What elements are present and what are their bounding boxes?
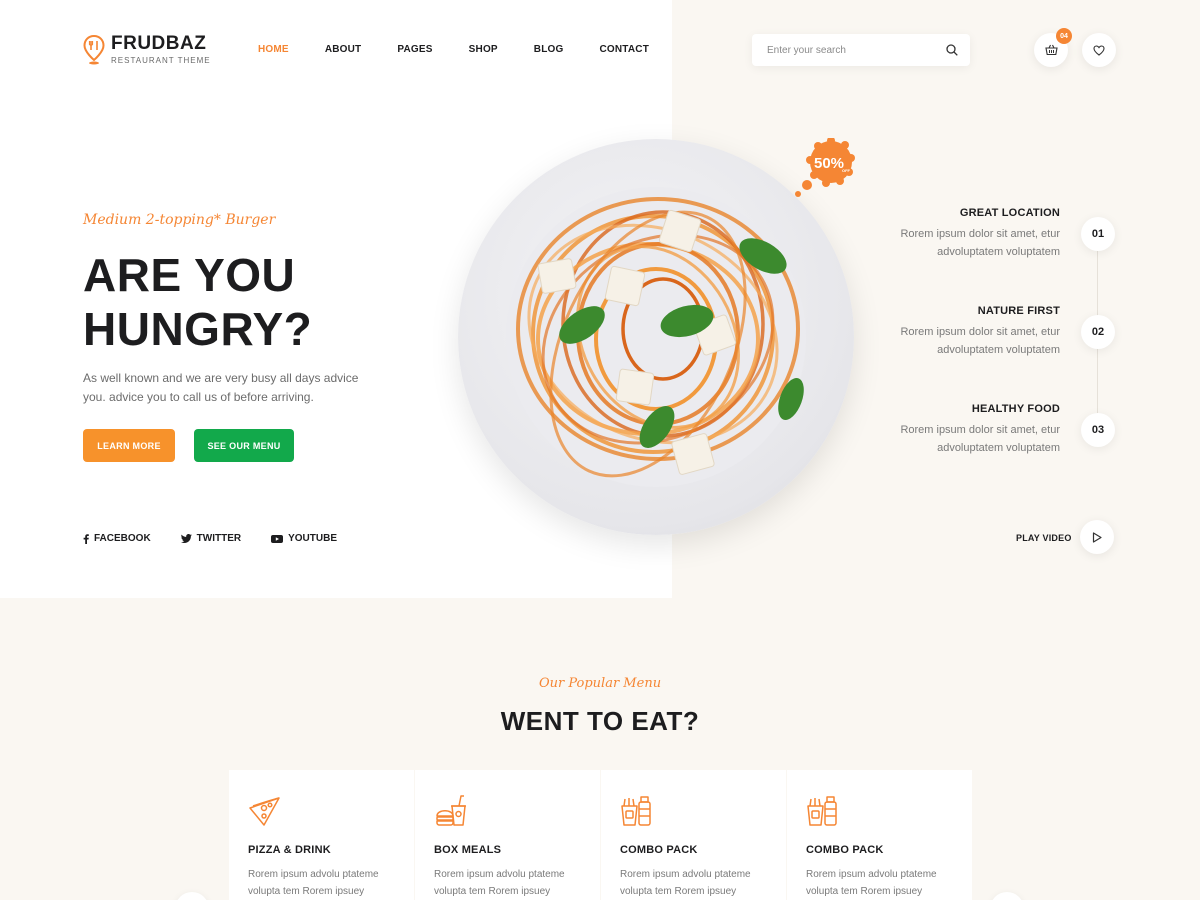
hero-description: As well known and we are very busy all d… bbox=[83, 371, 359, 404]
cart-count-badge: 04 bbox=[1056, 28, 1072, 44]
menu-card-title: PIZZA & DRINK bbox=[248, 844, 331, 856]
carousel-prev-button[interactable] bbox=[175, 892, 209, 900]
menu-card-desc-line2: volupta tem Rorem ipsuey bbox=[620, 886, 737, 897]
nav-contact[interactable]: CONTACT bbox=[599, 44, 649, 55]
popular-menu-title: WENT TO EAT? bbox=[500, 706, 700, 736]
feature-great-location: GREAT LOCATION Rorem ipsum dolor sit ame… bbox=[860, 207, 1060, 261]
heart-icon bbox=[1093, 44, 1105, 56]
twitter-icon bbox=[180, 534, 192, 543]
menu-card-desc-line1: Rorem ipsum advolu ptateme bbox=[806, 869, 937, 880]
brand-name: FRUDBAZ bbox=[111, 33, 207, 54]
social-facebook[interactable]: FACEBOOK bbox=[83, 533, 151, 544]
feature-desc: Rorem ipsum dolor sit amet, etur advolup… bbox=[860, 225, 1060, 261]
feature-number-03: 03 bbox=[1081, 413, 1115, 447]
feature-desc-line1: Rorem ipsum dolor sit amet, etur bbox=[900, 326, 1060, 338]
social-twitter-label: TWITTER bbox=[196, 533, 242, 544]
brand-tagline: RESTAURANT THEME bbox=[111, 56, 211, 65]
combo-pack-icon bbox=[620, 794, 767, 828]
feature-number-01: 01 bbox=[1081, 217, 1115, 251]
social-twitter[interactable]: TWITTER bbox=[180, 533, 242, 544]
hero-title-line1: ARE YOU bbox=[83, 249, 296, 301]
cart-button[interactable]: 04 bbox=[1034, 28, 1072, 67]
pizza-slice-icon bbox=[248, 794, 395, 828]
play-icon bbox=[1092, 531, 1102, 543]
combo-pack-icon bbox=[806, 794, 953, 828]
discount-off: OFF bbox=[842, 168, 851, 173]
play-video-button[interactable] bbox=[1080, 520, 1114, 554]
menu-category-cards: PIZZA & DRINK Rorem ipsum advolu ptateme… bbox=[229, 770, 973, 900]
brand-logo[interactable]: FRUDBAZ RESTAURANT THEME bbox=[83, 34, 211, 65]
feature-title: NATURE FIRST bbox=[977, 305, 1060, 317]
menu-card-desc: Rorem ipsum advolu ptateme volupta tem R… bbox=[434, 866, 581, 900]
search-box bbox=[752, 34, 970, 66]
nav-home[interactable]: HOME bbox=[258, 44, 289, 55]
logo-pin-icon bbox=[83, 34, 105, 64]
wishlist-button[interactable] bbox=[1082, 33, 1116, 67]
menu-card-desc: Rorem ipsum advolu ptateme volupta tem R… bbox=[620, 866, 767, 900]
hero-title-line2: HUNGRY? bbox=[83, 303, 313, 355]
feature-nature-first: NATURE FIRST Rorem ipsum dolor sit amet,… bbox=[860, 305, 1060, 359]
popular-menu-tagline: Our Popular Menu bbox=[538, 676, 662, 691]
discount-badge: 50% OFF bbox=[794, 136, 856, 200]
feature-desc-line1: Rorem ipsum dolor sit amet, etur bbox=[900, 424, 1060, 436]
search-icon[interactable] bbox=[946, 44, 958, 56]
feature-title: HEALTHY FOOD bbox=[971, 403, 1060, 415]
feature-number-02: 02 bbox=[1081, 315, 1115, 349]
menu-card-box-meals[interactable]: BOX MEALS Rorem ipsum advolu ptateme vol… bbox=[415, 770, 600, 900]
social-youtube[interactable]: YOUTUBE bbox=[271, 533, 337, 544]
carousel-next-button[interactable] bbox=[990, 892, 1024, 900]
feature-healthy-food: HEALTHY FOOD Rorem ipsum dolor sit amet,… bbox=[860, 403, 1060, 457]
menu-card-desc-line1: Rorem ipsum advolu ptateme bbox=[434, 869, 565, 880]
menu-card-desc-line2: volupta tem Rorem ipsuey bbox=[248, 886, 365, 897]
feature-desc-line2: advoluptatem voluptatem bbox=[937, 344, 1060, 356]
menu-card-desc: Rorem ipsum advolu ptateme volupta tem R… bbox=[248, 866, 395, 900]
menu-card-combo-pack-2[interactable]: COMBO PACK Rorem ipsum advolu ptateme vo… bbox=[787, 770, 972, 900]
menu-card-desc-line2: volupta tem Rorem ipsuey bbox=[434, 886, 551, 897]
discount-badge-shape: 50% OFF bbox=[795, 136, 855, 197]
menu-card-title: COMBO PACK bbox=[620, 844, 698, 856]
feature-desc: Rorem ipsum dolor sit amet, etur advolup… bbox=[860, 421, 1060, 457]
menu-card-title: COMBO PACK bbox=[806, 844, 884, 856]
menu-card-desc: Rorem ipsum advolu ptateme volupta tem R… bbox=[806, 866, 953, 900]
feature-desc: Rorem ipsum dolor sit amet, etur advolup… bbox=[860, 323, 1060, 359]
menu-card-pizza-drink[interactable]: PIZZA & DRINK Rorem ipsum advolu ptateme… bbox=[229, 770, 414, 900]
social-facebook-label: FACEBOOK bbox=[94, 533, 151, 544]
basket-icon bbox=[1044, 44, 1058, 56]
social-youtube-label: YOUTUBE bbox=[288, 533, 338, 544]
feature-desc-line2: advoluptatem voluptatem bbox=[937, 246, 1060, 258]
youtube-icon bbox=[271, 534, 284, 543]
nav-about[interactable]: ABOUT bbox=[325, 44, 362, 55]
facebook-icon bbox=[83, 533, 89, 544]
burger-drink-icon bbox=[434, 794, 581, 828]
menu-card-desc-line1: Rorem ipsum advolu ptateme bbox=[620, 869, 751, 880]
search-input[interactable] bbox=[767, 44, 946, 56]
learn-more-button[interactable]: LEARN MORE bbox=[83, 429, 175, 462]
menu-card-combo-pack[interactable]: COMBO PACK Rorem ipsum advolu ptateme vo… bbox=[601, 770, 786, 900]
discount-percent: 50% bbox=[814, 155, 844, 172]
hero-tagline: Medium 2-topping* Burger bbox=[83, 212, 276, 228]
hero-title: ARE YOU HUNGRY? bbox=[83, 248, 383, 356]
feature-desc-line1: Rorem ipsum dolor sit amet, etur bbox=[900, 228, 1060, 240]
see-menu-button[interactable]: SEE OUR MENU bbox=[194, 429, 294, 462]
play-video-label[interactable]: PLAY VIDEO bbox=[1016, 533, 1072, 543]
menu-card-desc-line1: Rorem ipsum advolu ptateme bbox=[248, 869, 379, 880]
social-links: FACEBOOK TWITTER YOUTUBE bbox=[83, 533, 367, 544]
nav-pages[interactable]: PAGES bbox=[397, 44, 432, 55]
nav-shop[interactable]: SHOP bbox=[469, 44, 498, 55]
menu-card-desc-line2: volupta tem Rorem ipsuey bbox=[806, 886, 923, 897]
menu-card-title: BOX MEALS bbox=[434, 844, 502, 856]
feature-title: GREAT LOCATION bbox=[959, 207, 1060, 219]
main-nav: HOME ABOUT PAGES SHOP BLOG CONTACT bbox=[258, 44, 685, 55]
nav-blog[interactable]: BLOG bbox=[534, 44, 564, 55]
feature-desc-line2: advoluptatem voluptatem bbox=[937, 442, 1060, 454]
